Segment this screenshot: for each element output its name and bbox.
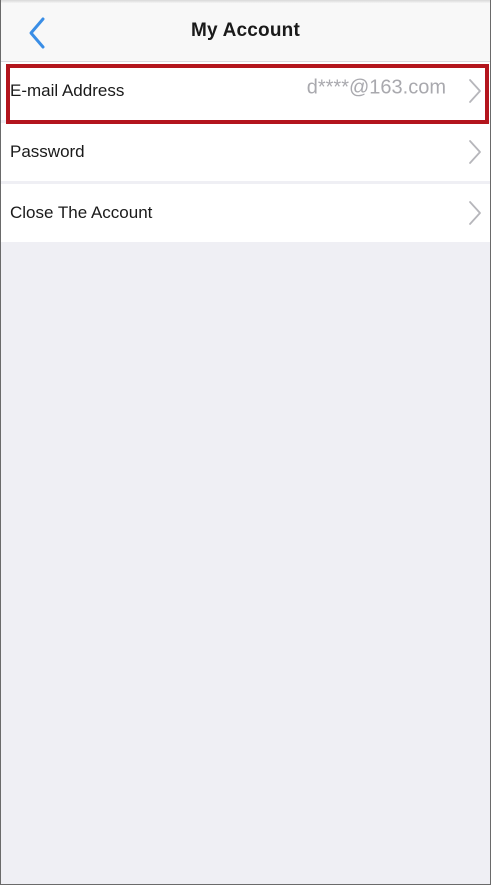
row-label-password: Password xyxy=(10,142,85,161)
row-close-account[interactable]: Close The Account xyxy=(1,184,490,245)
settings-list: E-mail Address d****@163.com Password Cl… xyxy=(1,62,490,245)
navigation-bar: My Account xyxy=(1,3,490,62)
row-label-email: E-mail Address xyxy=(10,81,125,100)
row-email-address[interactable]: E-mail Address d****@163.com xyxy=(1,62,490,123)
app-frame: My Account E-mail Address d****@163.com … xyxy=(0,0,491,885)
chevron-right-icon xyxy=(468,139,482,165)
chevron-right-icon xyxy=(468,78,482,104)
row-password[interactable]: Password xyxy=(1,123,490,184)
chevron-right-icon xyxy=(468,200,482,226)
page-title: My Account xyxy=(191,20,300,41)
email-value: d****@163.com xyxy=(306,76,446,99)
row-label-close-account: Close The Account xyxy=(10,203,153,222)
